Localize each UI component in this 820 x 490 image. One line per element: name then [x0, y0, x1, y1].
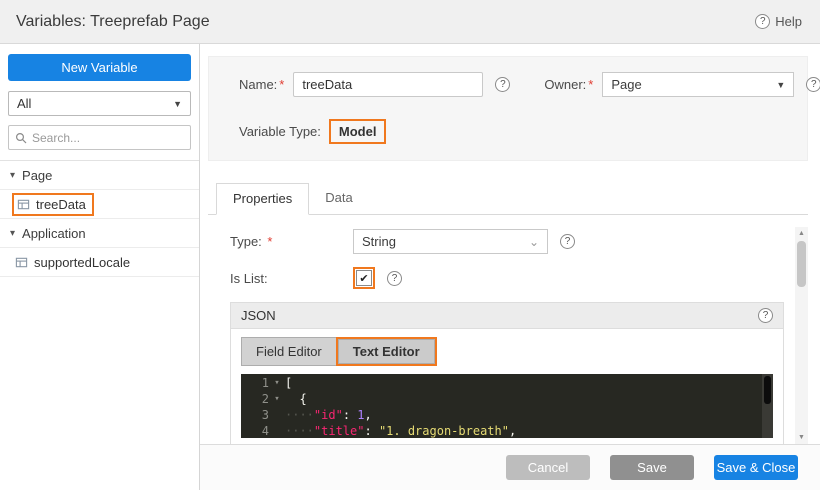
code-line: 2 ▾ {: [241, 391, 773, 407]
caret-down-icon: ▼: [776, 80, 785, 90]
variables-tree: ▾ Page treeData ▾ Application: [0, 160, 199, 277]
section-caret-icon: ▾: [10, 170, 15, 181]
variable-detail-panel: Name: * ? Owner: * Page ▼ ?: [200, 44, 820, 490]
highlight-box: ✔: [353, 267, 375, 289]
properties-pane: Type: * String ⌄ ? Is List: ✔: [208, 227, 792, 444]
code-line: 4 ····"title": "1. dragon-breath",: [241, 423, 773, 438]
required-marker: *: [267, 234, 272, 249]
new-variable-button[interactable]: New Variable: [8, 54, 191, 81]
json-section-title: JSON: [241, 308, 276, 323]
type-select[interactable]: String ⌄: [353, 229, 548, 254]
section-label: Page: [22, 168, 52, 183]
save-and-close-button[interactable]: Save & Close: [714, 455, 798, 480]
json-section: JSON ? Field Editor Text Editor: [230, 302, 784, 444]
chevron-down-icon: ⌄: [529, 235, 539, 249]
section-label: Application: [22, 226, 86, 241]
page-title: Variables: Treeprefab Page: [16, 13, 210, 31]
tree-item-label: treeData: [36, 197, 86, 212]
action-bar: Cancel Save Save & Close: [200, 444, 820, 490]
highlight-box: treeData: [12, 193, 94, 216]
line-number: 1: [241, 375, 269, 391]
line-number: 3: [241, 407, 269, 423]
is-list-checkbox[interactable]: ✔: [356, 270, 372, 286]
is-list-help-icon[interactable]: ?: [387, 271, 402, 286]
type-label: Type: *: [230, 234, 353, 249]
editor-scrollbar[interactable]: [762, 374, 773, 438]
code-line: 3 ····"id": 1,: [241, 407, 773, 423]
section-caret-icon: ▾: [10, 228, 15, 239]
line-number: 2: [241, 391, 269, 407]
filter-selected-value: All: [17, 96, 31, 111]
checkmark-icon: ✔: [359, 272, 368, 285]
type-help-icon[interactable]: ?: [560, 234, 575, 249]
help-button[interactable]: ? Help: [755, 14, 802, 29]
help-label: Help: [775, 14, 802, 29]
search-box: [8, 125, 191, 150]
tree-section-page[interactable]: ▾ Page: [0, 161, 199, 190]
variable-type-label: Variable Type:: [239, 124, 321, 139]
variable-type-value: Model: [329, 119, 387, 144]
fold-caret-icon[interactable]: ▾: [269, 391, 285, 407]
line-number: 4: [241, 423, 269, 438]
tree-item-treedata[interactable]: treeData: [0, 190, 199, 219]
tree-item-label: supportedLocale: [34, 255, 130, 270]
editor-scrollbar-thumb[interactable]: [764, 376, 771, 404]
tab-properties[interactable]: Properties: [216, 183, 309, 215]
cancel-button[interactable]: Cancel: [506, 455, 590, 480]
name-help-icon[interactable]: ?: [495, 77, 510, 92]
field-editor-button[interactable]: Field Editor: [241, 337, 337, 366]
detail-tabs: Properties Data: [208, 183, 808, 215]
json-code-editor[interactable]: 1 ▾ [ 2 ▾ { 3: [241, 374, 773, 438]
name-label: Name:: [239, 77, 277, 92]
variables-sidebar: New Variable All ▼ ▾ Page: [0, 44, 200, 490]
scroll-up-icon[interactable]: ▲: [795, 227, 808, 240]
help-icon: ?: [755, 14, 770, 29]
tree-section-application[interactable]: ▾ Application: [0, 219, 199, 248]
editor-mode-switch: Field Editor Text Editor: [241, 337, 437, 366]
title-bar: Variables: Treeprefab Page ? Help: [0, 0, 820, 44]
save-button[interactable]: Save: [610, 455, 694, 480]
owner-help-icon[interactable]: ?: [806, 77, 820, 92]
required-marker: *: [279, 77, 284, 92]
variable-icon: [15, 256, 28, 269]
fold-caret-icon[interactable]: ▾: [269, 375, 285, 391]
scroll-down-icon[interactable]: ▼: [795, 431, 808, 444]
highlight-box: Text Editor: [336, 337, 437, 366]
owner-select[interactable]: Page ▼: [602, 72, 794, 97]
tree-item-supportedlocale[interactable]: supportedLocale: [0, 248, 199, 277]
name-input[interactable]: [293, 72, 483, 97]
type-selected-value: String: [362, 234, 396, 249]
caret-down-icon: ▼: [173, 99, 182, 109]
owner-selected-value: Page: [611, 77, 641, 92]
code-line: 1 ▾ [: [241, 375, 773, 391]
variable-icon: [17, 198, 30, 211]
required-marker: *: [588, 77, 593, 92]
variable-summary-form: Name: * ? Owner: * Page ▼ ?: [208, 56, 808, 161]
text-editor-button[interactable]: Text Editor: [338, 339, 435, 364]
vertical-scrollbar[interactable]: ▲ ▼: [795, 227, 808, 444]
scrollbar-thumb[interactable]: [797, 241, 806, 287]
is-list-label: Is List:: [230, 271, 353, 286]
variable-filter-select[interactable]: All ▼: [8, 91, 191, 116]
owner-label: Owner:: [544, 77, 586, 92]
search-icon: [15, 132, 27, 144]
variables-dialog: Variables: Treeprefab Page ? Help New Va…: [0, 0, 820, 490]
json-help-icon[interactable]: ?: [758, 308, 773, 323]
tab-data[interactable]: Data: [309, 183, 368, 214]
search-input[interactable]: [32, 131, 184, 145]
json-section-header: JSON ?: [231, 303, 783, 329]
